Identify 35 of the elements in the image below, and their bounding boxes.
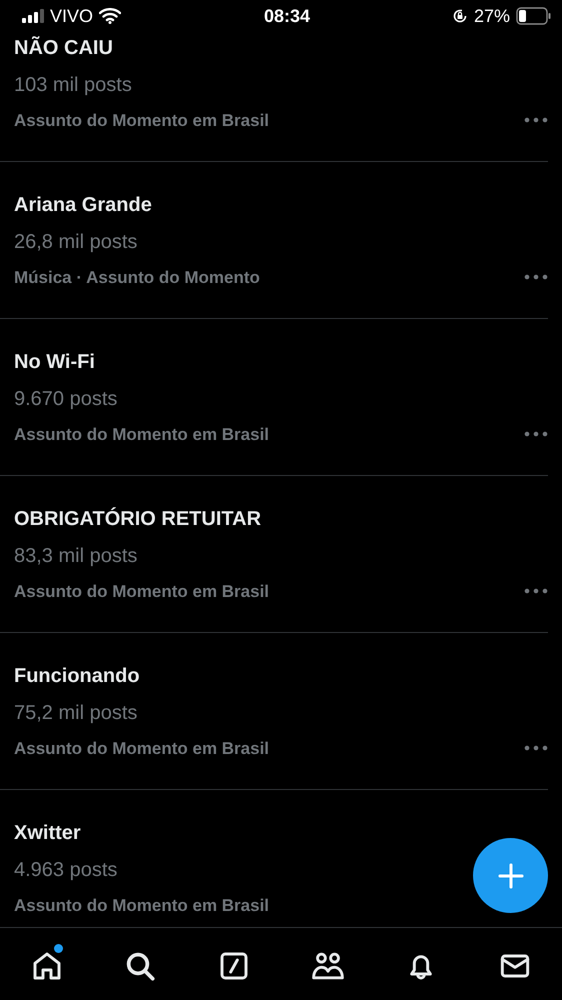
trend-title: No Wi-Fi xyxy=(14,350,95,375)
wifi-icon xyxy=(99,8,122,24)
post-count: 103 mil posts xyxy=(14,73,132,98)
trend-title: Xwitter xyxy=(14,821,81,846)
battery-icon xyxy=(516,7,552,25)
carrier-name: VIVO xyxy=(50,6,94,26)
post-count: 4.963 posts xyxy=(14,858,118,883)
more-options-icon[interactable] xyxy=(524,745,548,751)
plus-icon xyxy=(496,862,524,890)
post-count: 83,3 mil posts xyxy=(14,544,138,569)
post-count: 26,8 mil posts xyxy=(14,230,138,255)
more-options-icon[interactable] xyxy=(524,431,548,437)
post-count: 75,2 mil posts xyxy=(14,701,138,726)
trend-category: Assunto do Momento em Brasil xyxy=(14,110,270,132)
search-icon xyxy=(124,950,156,982)
more-options-icon[interactable] xyxy=(524,274,548,280)
slash-square-icon xyxy=(218,950,250,982)
trend-category: Assunto do Momento em Brasil xyxy=(14,581,270,603)
home-icon xyxy=(30,950,63,982)
people-icon xyxy=(310,950,345,982)
more-options-icon[interactable] xyxy=(524,588,548,594)
trend-category: Assunto do Momento em Brasil xyxy=(14,895,270,917)
trend-category: Assunto do Momento em Brasil xyxy=(14,424,270,446)
trend-category: Música · Assunto do Momento xyxy=(14,267,260,289)
signal-icon xyxy=(22,9,44,23)
rotation-lock-icon xyxy=(452,8,468,24)
battery-percent: 27% xyxy=(474,6,510,26)
trend-title: OBRIGATÓRIO RETUITAR xyxy=(14,506,262,532)
trend-title: Ariana Grande xyxy=(14,193,152,218)
trend-title: NÃO CAIU xyxy=(14,35,113,61)
more-options-icon[interactable] xyxy=(524,117,548,123)
clock-time: 08:34 xyxy=(264,6,310,26)
trend-category: Assunto do Momento em Brasil xyxy=(14,738,270,760)
post-count: 9.670 posts xyxy=(14,387,118,412)
trend-title: Funcionando xyxy=(14,664,140,689)
